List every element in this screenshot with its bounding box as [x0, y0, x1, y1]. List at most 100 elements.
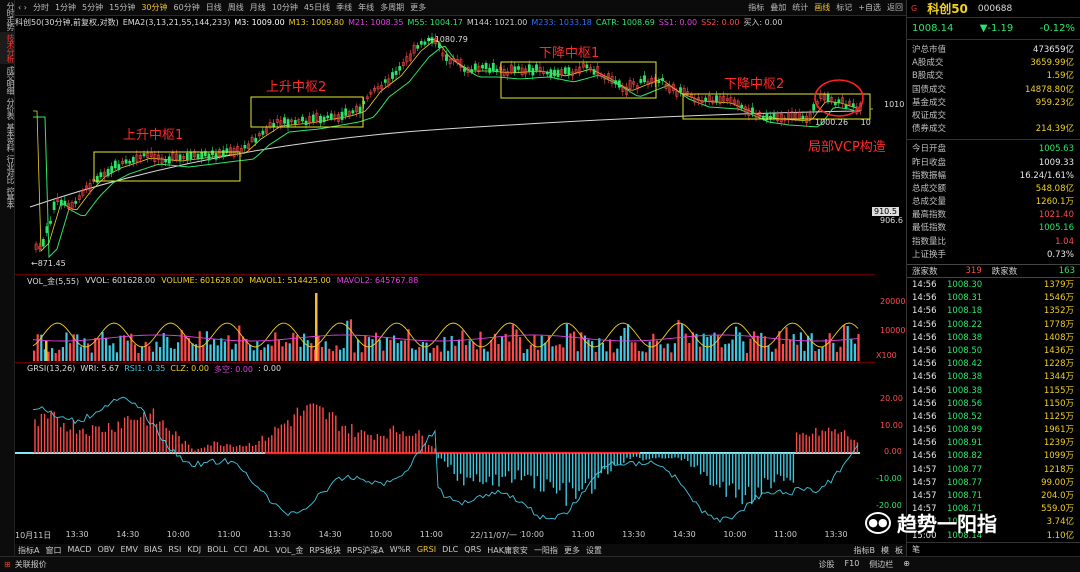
price-row: 1008.14 ▼-1.19 -0.12%: [907, 18, 1080, 40]
indicator-tab-20[interactable]: 更多: [561, 545, 583, 556]
time-label-0: 10月11日: [15, 531, 52, 540]
sidetab-6[interactable]: 控基本: [0, 185, 15, 210]
indicator-tab-19[interactable]: 一阳指: [531, 545, 561, 556]
volume-bar: [112, 343, 115, 361]
stat-value: 214.39亿: [1035, 124, 1074, 135]
grsi-chart-svg: [15, 396, 860, 523]
sidetab-5[interactable]: 行业对比: [0, 153, 15, 185]
indicator-tab-18[interactable]: HAK庸衮安: [484, 545, 531, 556]
period-tab-13[interactable]: 多周期: [377, 2, 407, 13]
volume-bar: [241, 336, 244, 361]
grsi-panel[interactable]: GRSI(13,26) WRI: 5.67 RSI1: 0.35 CLZ: 0.…: [15, 362, 875, 530]
candle-body: [535, 64, 538, 71]
main-chart[interactable]: [15, 29, 875, 272]
volume-bar: [504, 333, 507, 361]
volume-bar: [515, 329, 518, 361]
tool-button-0[interactable]: 指标: [745, 2, 767, 13]
indicator-tab-6[interactable]: RSI: [165, 545, 184, 556]
period-tab-1[interactable]: 1分钟: [52, 2, 79, 13]
status-button-2[interactable]: 侧边栏: [869, 559, 893, 570]
period-tab-3[interactable]: 15分钟: [106, 2, 138, 13]
period-tab-14[interactable]: 更多: [407, 2, 429, 13]
linked-quote-label[interactable]: 关联报价: [15, 559, 47, 570]
volume-bar: [573, 331, 576, 361]
stat-row: 指数量比 1.04: [907, 236, 1080, 249]
candle-body: [445, 54, 448, 61]
status-button-1[interactable]: F10: [845, 559, 860, 570]
period-tab-4[interactable]: 30分钟: [138, 2, 170, 13]
status-button-3[interactable]: ⊕: [903, 559, 910, 570]
indicator-tab-8[interactable]: BOLL: [204, 545, 231, 556]
volume-bar: [180, 329, 183, 361]
sidetab-1[interactable]: 技术分析: [0, 32, 15, 64]
tick-time: 14:56: [912, 359, 937, 370]
volume-bar: [317, 335, 320, 361]
grsi-tail-value: : 0.00: [258, 364, 282, 373]
flag-label: G: [911, 4, 918, 13]
tool-button-4[interactable]: 标记: [833, 2, 855, 13]
indicator-tab-17[interactable]: QRS: [461, 545, 484, 556]
sidetab-0[interactable]: 分时走势: [0, 0, 15, 32]
indicator-tab-14[interactable]: W%R: [387, 545, 414, 556]
indicator-tab-1[interactable]: 窗口: [42, 545, 64, 556]
volume-bar: [256, 341, 259, 361]
period-tab-7[interactable]: 周线: [225, 2, 247, 13]
chevron-nav-icon[interactable]: ‹ ›: [15, 3, 30, 12]
indicator-tab-0[interactable]: 指标A: [15, 545, 42, 556]
period-tab-11[interactable]: 季线: [333, 2, 355, 13]
volume-bar: [490, 340, 493, 361]
tool-button-2[interactable]: 统计: [789, 2, 811, 13]
tick-row: 14:56 1008.52 1125万: [907, 411, 1080, 424]
tool-button-6[interactable]: 返回: [884, 2, 906, 13]
tool-button-3[interactable]: 画线: [811, 2, 833, 13]
tick-tab[interactable]: 笔: [912, 544, 920, 555]
period-tab-9[interactable]: 10分钟: [269, 2, 301, 13]
period-tab-12[interactable]: 年线: [355, 2, 377, 13]
volume-bar: [295, 335, 298, 361]
period-tab-0[interactable]: 分时: [30, 2, 52, 13]
indicator-tab-13[interactable]: RPS沪深A: [344, 545, 387, 556]
tick-volume: 204.0万: [1041, 491, 1074, 501]
volume-bar: [857, 334, 860, 361]
tick-list[interactable]: 14:56 1008.30 1379万 14:56 1008.31 1546万 14:56 1…: [907, 278, 1080, 543]
volume-bar: [328, 348, 331, 361]
tool-button-5[interactable]: +自选: [855, 2, 884, 13]
indicator-tab-5[interactable]: BIAS: [141, 545, 165, 556]
indicator-right-0[interactable]: 指标B: [851, 545, 879, 556]
period-tab-2[interactable]: 5分钟: [79, 2, 106, 13]
indicator-tab-11[interactable]: VOL_金: [272, 545, 306, 556]
status-button-0[interactable]: 诊股: [819, 559, 835, 570]
tick-price: 1008.38: [947, 372, 983, 383]
tick-volume: 1218万: [1043, 464, 1074, 475]
indicator-tab-2[interactable]: MACD: [64, 545, 94, 556]
indicator-right-1[interactable]: 模: [878, 545, 892, 556]
volume-bar: [450, 335, 453, 361]
sidetab-2[interactable]: 成交明细: [0, 64, 15, 96]
indicator-tab-7[interactable]: KDJ: [184, 545, 204, 556]
volume-bar: [429, 352, 432, 361]
period-tab-10[interactable]: 45日线: [301, 2, 333, 13]
tool-button-1[interactable]: 叠加: [767, 2, 789, 13]
price-axis-906: 906.6: [880, 216, 903, 225]
indicator-tab-9[interactable]: CCI: [231, 545, 251, 556]
tick-price: 1008.50: [947, 345, 983, 356]
sidetab-3[interactable]: 分价表: [0, 96, 15, 121]
indicator-tab-16[interactable]: DLC: [439, 545, 461, 556]
indicator-tab-3[interactable]: OBV: [94, 545, 117, 556]
sidetab-4[interactable]: 基本资料: [0, 121, 15, 153]
period-tab-5[interactable]: 60分钟: [171, 2, 203, 13]
indicator-tab-15[interactable]: GRSI: [414, 545, 439, 556]
indicator-tab-10[interactable]: ADL: [250, 545, 272, 556]
tick-volume: 1239万: [1043, 438, 1074, 449]
indicator-tab-12[interactable]: RPS板块: [306, 545, 343, 556]
period-tab-8[interactable]: 月线: [247, 2, 269, 13]
indicator-right-2[interactable]: 板: [892, 545, 906, 556]
indicator-tab-4[interactable]: EMV: [117, 545, 140, 556]
volume-bar: [166, 337, 169, 361]
stat-value: 1260.1万: [1035, 197, 1074, 208]
indicator-tab-21[interactable]: 设置: [583, 545, 605, 556]
period-tab-6[interactable]: 日线: [203, 2, 225, 13]
volume-panel[interactable]: VOL_金(5,55) VVOL: 601628.00 VOLUME: 6016…: [15, 274, 875, 361]
volume-bar: [465, 345, 468, 361]
volume-bar: [785, 327, 788, 361]
